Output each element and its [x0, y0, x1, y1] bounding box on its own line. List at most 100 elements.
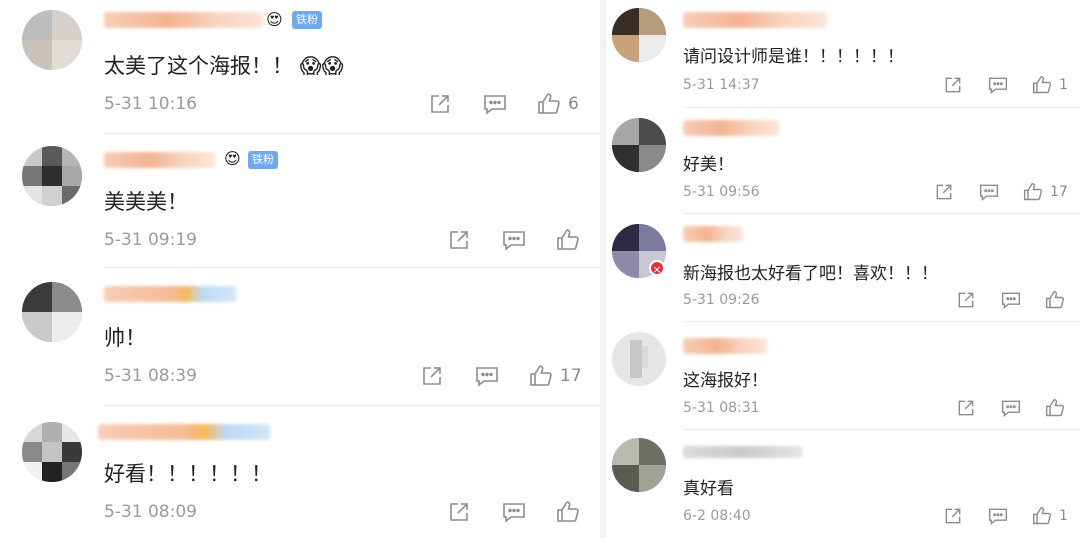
comment-actions	[447, 228, 587, 252]
like-button[interactable]: 1	[1031, 75, 1068, 95]
thumbs-up-icon	[557, 229, 579, 250]
comment-time: 5-31 09:26	[683, 292, 760, 308]
username-blurred[interactable]	[683, 226, 743, 242]
like-count: 6	[568, 94, 579, 114]
comment-actions: 1	[943, 506, 1068, 526]
comment-actions	[956, 398, 1072, 418]
share-icon[interactable]	[428, 92, 452, 116]
comment-time: 5-31 08:09	[104, 502, 197, 522]
like-button[interactable]: 1	[1031, 506, 1068, 526]
comment-text: 好美！	[683, 155, 734, 175]
comment-time: 6-2 08:40	[683, 508, 751, 524]
comment-item: 请问设计师是谁！！！！！！ 5-31 14:37 1	[606, 0, 1080, 108]
share-icon[interactable]	[956, 398, 976, 418]
username-blurred[interactable]	[683, 338, 767, 354]
comment-icon[interactable]	[1000, 290, 1022, 310]
comment-item: 😍 铁粉 太美了这个海报！！ 😱😱 5-31 10:16 6	[0, 0, 600, 134]
comments-panel-right: 请问设计师是谁！！！！！！ 5-31 14:37 1 好美！ 5-31 09:5…	[606, 0, 1080, 538]
like-count: 1	[1059, 77, 1068, 93]
comment-item: 这海报好！ 5-31 08:31	[606, 322, 1080, 430]
username-blurred[interactable]	[683, 12, 827, 28]
comment-item: 好看！！！！！！ 5-31 08:09	[0, 406, 600, 538]
username-blurred[interactable]	[683, 446, 803, 458]
comment-icon[interactable]	[1000, 398, 1022, 418]
share-icon[interactable]	[420, 364, 444, 388]
comment-time: 5-31 09:56	[683, 184, 760, 200]
comment-text: 帅！	[104, 326, 146, 350]
avatar[interactable]	[612, 438, 666, 492]
username-blurred[interactable]	[98, 424, 270, 440]
comment-time: 5-31 08:31	[683, 400, 760, 416]
comment-text: 这海报好！	[683, 371, 768, 391]
comment-icon[interactable]	[978, 182, 1000, 202]
comment-actions: 17	[420, 364, 582, 388]
like-button[interactable]: 17	[528, 364, 582, 388]
comment-item: 帅！ 5-31 08:39 17	[0, 268, 600, 406]
like-button[interactable]	[1044, 398, 1072, 418]
comment-time: 5-31 14:37	[683, 77, 760, 93]
share-icon[interactable]	[943, 75, 963, 95]
crown-emoji-icon: 😍	[224, 149, 241, 168]
comment-icon[interactable]	[501, 228, 527, 252]
comment-item: 好美！ 5-31 09:56 17	[606, 108, 1080, 214]
comment-icon[interactable]	[474, 364, 500, 388]
thumbs-up-icon	[1032, 75, 1052, 94]
avatar[interactable]	[22, 422, 82, 482]
comment-time: 5-31 08:39	[104, 366, 197, 386]
username-blurred[interactable]	[104, 286, 236, 302]
crown-emoji-icon: 😍	[266, 10, 283, 29]
like-button[interactable]: 17	[1022, 182, 1068, 202]
comment-actions: 17	[934, 182, 1068, 202]
username-blurred[interactable]	[104, 12, 264, 28]
comment-time: 5-31 10:16	[104, 94, 197, 114]
avatar[interactable]	[612, 8, 666, 62]
like-button[interactable]	[555, 228, 587, 252]
comment-time: 5-31 09:19	[104, 230, 197, 250]
comment-text: 太美了这个海报！！ 😱😱	[104, 54, 344, 78]
share-icon[interactable]	[447, 500, 471, 524]
username-blurred[interactable]	[104, 152, 216, 168]
comment-text: 美美美！	[104, 190, 188, 214]
thumbs-up-icon	[557, 501, 579, 522]
avatar[interactable]	[22, 282, 82, 342]
share-icon[interactable]	[956, 290, 976, 310]
fan-tag-badge: 铁粉	[292, 11, 322, 29]
comment-item: × 新海报也太好看了吧！喜欢！！！ 5-31 09:26	[606, 214, 1080, 322]
share-icon[interactable]	[943, 506, 963, 526]
thumbs-up-icon	[1045, 398, 1065, 417]
username-blurred[interactable]	[683, 120, 779, 136]
thumbs-up-icon	[1032, 506, 1052, 525]
avatar[interactable]	[612, 332, 666, 386]
avatar[interactable]	[612, 118, 666, 172]
comment-item: 😍 铁粉 美美美！ 5-31 09:19	[0, 134, 600, 268]
thumbs-up-icon	[1023, 182, 1043, 201]
share-icon[interactable]	[934, 182, 954, 202]
comment-icon[interactable]	[987, 75, 1009, 95]
share-icon[interactable]	[447, 228, 471, 252]
comment-text: 真好看	[683, 479, 734, 499]
thumbs-up-icon	[1045, 290, 1065, 309]
comment-text: 新海报也太好看了吧！喜欢！！！	[683, 264, 938, 284]
comments-panel-left: 😍 铁粉 太美了这个海报！！ 😱😱 5-31 10:16 6 😍 铁粉 美美美！…	[0, 0, 600, 538]
thumbs-up-icon	[538, 93, 560, 114]
comment-item: 真好看 6-2 08:40 1	[606, 430, 1080, 538]
comment-text: 请问设计师是谁！！！！！！	[683, 47, 904, 67]
verified-x-icon: ×	[649, 260, 665, 276]
fan-tag-badge: 铁粉	[248, 151, 278, 169]
thumbs-up-icon	[530, 365, 552, 386]
like-count: 17	[560, 366, 582, 386]
like-button[interactable]	[555, 500, 587, 524]
like-count: 17	[1050, 184, 1068, 200]
comment-icon[interactable]	[987, 506, 1009, 526]
comment-icon[interactable]	[501, 500, 527, 524]
like-button[interactable]: 6	[536, 92, 579, 116]
comment-actions: 6	[428, 92, 579, 116]
like-button[interactable]	[1044, 290, 1072, 310]
comment-icon[interactable]	[482, 92, 508, 116]
comment-actions	[956, 290, 1072, 310]
comment-actions: 1	[943, 75, 1068, 95]
like-count: 1	[1059, 508, 1068, 524]
avatar[interactable]	[22, 146, 82, 206]
avatar[interactable]	[22, 10, 82, 70]
comment-actions	[447, 500, 587, 524]
